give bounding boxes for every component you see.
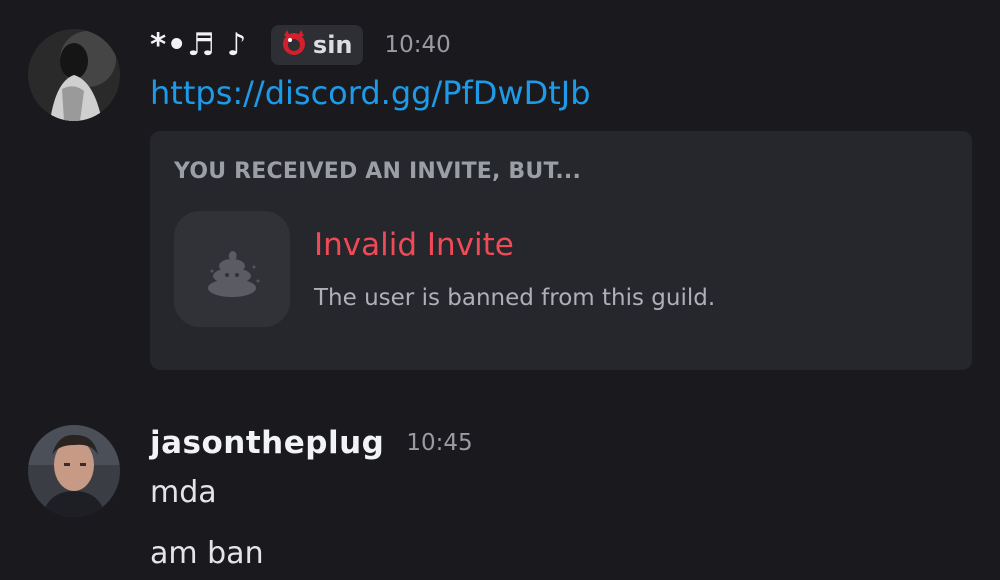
invite-description: The user is banned from this guild. (314, 285, 716, 311)
chat-log: *•♬ ♪ sin 10:40 https://discord.gg/PfDwD… (0, 0, 1000, 580)
avatar-image (28, 29, 120, 121)
invite-embed: YOU RECEIVED AN INVITE, BUT... Invalid I… (150, 131, 972, 370)
username[interactable]: *•♬ ♪ (150, 27, 247, 63)
timestamp: 10:45 (406, 430, 473, 456)
timestamp: 10:40 (384, 32, 451, 58)
invite-title: Invalid Invite (314, 227, 514, 263)
guild-icon (174, 211, 290, 327)
message-header: *•♬ ♪ sin 10:40 (150, 23, 451, 67)
embed-heading: YOU RECEIVED AN INVITE, BUT... (174, 159, 582, 184)
message-header: jasontheplug 10:45 (150, 421, 473, 465)
clan-tag-text: sin (312, 31, 353, 59)
avatar-image (28, 425, 120, 517)
username[interactable]: jasontheplug (150, 425, 384, 461)
clan-tag[interactable]: sin (270, 25, 363, 65)
invite-link[interactable]: https://discord.gg/PfDwDtJb (150, 74, 591, 112)
red-demon-ring-icon (279, 28, 309, 62)
avatar[interactable] (28, 29, 120, 121)
avatar[interactable] (28, 425, 120, 517)
message-text: mda (150, 475, 217, 510)
poop-icon (174, 251, 290, 331)
message-text: am ban (150, 536, 264, 571)
